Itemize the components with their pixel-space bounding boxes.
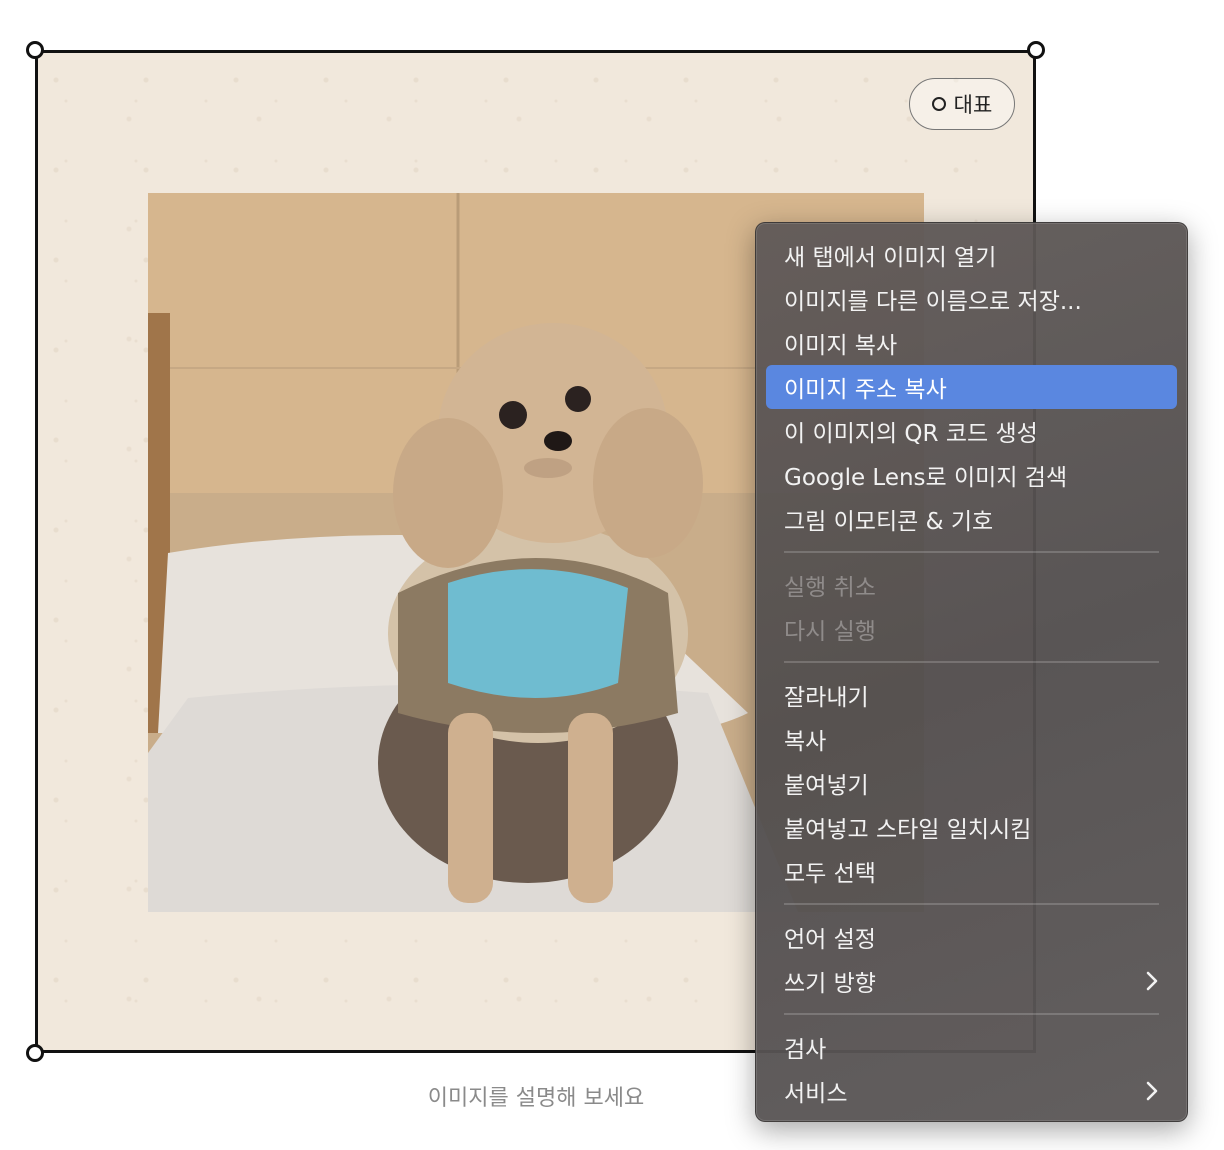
representative-label: 대표 <box>953 93 993 117</box>
menu-item-copy-image-address[interactable]: 이미지 주소 복사 <box>766 365 1177 409</box>
menu-item-copy-image[interactable]: 이미지 복사 <box>766 321 1177 365</box>
resize-handle-bottom-left[interactable] <box>26 1044 44 1062</box>
resize-handle-top-right[interactable] <box>1027 41 1045 59</box>
menu-item-paste[interactable]: 붙여넣기 <box>766 761 1177 805</box>
chevron-right-icon <box>1146 1081 1158 1101</box>
menu-item-save-image-as[interactable]: 이미지를 다른 이름으로 저장... <box>766 277 1177 321</box>
menu-item-paste-match-style[interactable]: 붙여넣고 스타일 일치시킴 <box>766 805 1177 849</box>
menu-item-select-all[interactable]: 모두 선택 <box>766 849 1177 893</box>
menu-item-search-google-lens[interactable]: Google Lens로 이미지 검색 <box>766 453 1177 497</box>
menu-item-cut[interactable]: 잘라내기 <box>766 673 1177 717</box>
context-menu: 새 탭에서 이미지 열기 이미지를 다른 이름으로 저장... 이미지 복사 이… <box>755 222 1188 1122</box>
menu-item-emoji-symbols[interactable]: 그림 이모티콘 & 기호 <box>766 497 1177 541</box>
editor-canvas: 대표 이미지를 설명해 보세요 새 탭에서 이미지 열기 이미지를 다른 이름으… <box>0 0 1224 1150</box>
menu-separator <box>784 1013 1159 1015</box>
menu-separator <box>784 551 1159 553</box>
menu-item-services[interactable]: 서비스 <box>766 1069 1177 1113</box>
menu-item-services-label: 서비스 <box>784 1081 848 1107</box>
menu-item-inspect[interactable]: 검사 <box>766 1025 1177 1069</box>
menu-item-open-image-new-tab[interactable]: 새 탭에서 이미지 열기 <box>766 233 1177 277</box>
resize-handle-top-left[interactable] <box>26 41 44 59</box>
menu-item-create-qr-code[interactable]: 이 이미지의 QR 코드 생성 <box>766 409 1177 453</box>
menu-item-writing-direction[interactable]: 쓰기 방향 <box>766 959 1177 1003</box>
menu-item-redo: 다시 실행 <box>784 619 876 645</box>
menu-item-writing-direction-label: 쓰기 방향 <box>784 971 876 997</box>
radio-circle-icon <box>931 97 946 111</box>
menu-item-undo: 실행 취소 <box>784 575 876 601</box>
chevron-right-icon <box>1146 971 1158 991</box>
menu-separator <box>784 661 1159 663</box>
menu-separator <box>784 903 1159 905</box>
representative-image-toggle[interactable]: 대표 <box>909 78 1015 130</box>
menu-item-language-settings[interactable]: 언어 설정 <box>766 915 1177 959</box>
menu-item-copy[interactable]: 복사 <box>766 717 1177 761</box>
